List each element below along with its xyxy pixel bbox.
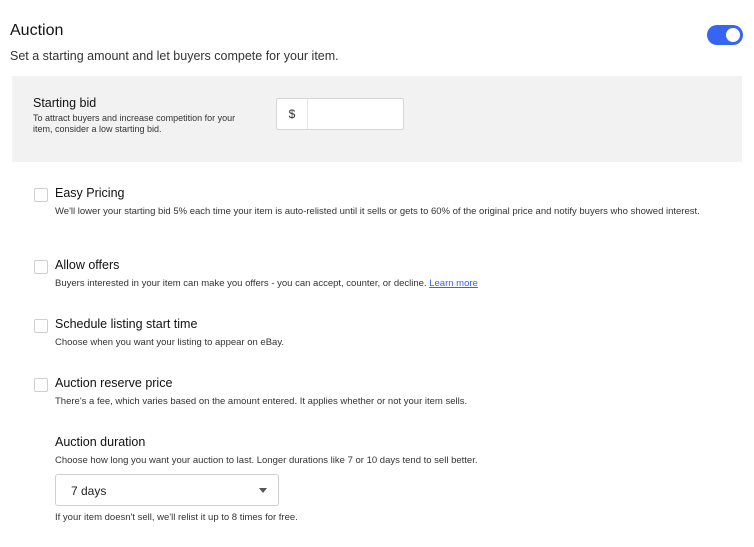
- chevron-down-icon: [259, 488, 267, 493]
- section-title: Auction: [10, 22, 64, 39]
- duration-label: Auction duration: [55, 435, 146, 449]
- duration-note: If your item doesn't sell, we'll relist …: [55, 512, 298, 523]
- starting-bid-label: Starting bid: [33, 96, 97, 110]
- duration-description: Choose how long you want your auction to…: [55, 455, 478, 466]
- reserve-price-checkbox[interactable]: [34, 378, 48, 392]
- duration-selected-value: 7 days: [71, 484, 107, 498]
- learn-more-link[interactable]: Learn more: [429, 278, 478, 289]
- duration-select[interactable]: 7 days: [55, 474, 279, 506]
- allow-offers-label: Allow offers: [55, 258, 120, 272]
- currency-prefix: $: [277, 99, 308, 129]
- easy-pricing-description: We'll lower your starting bid 5% each ti…: [55, 206, 700, 217]
- starting-bid-input-group: $: [276, 98, 404, 130]
- auction-toggle[interactable]: [707, 25, 743, 45]
- starting-bid-help: To attract buyers and increase competiti…: [33, 113, 236, 134]
- allow-offers-checkbox[interactable]: [34, 260, 48, 274]
- easy-pricing-checkbox[interactable]: [34, 188, 48, 202]
- schedule-start-label: Schedule listing start time: [55, 317, 198, 331]
- easy-pricing-label: Easy Pricing: [55, 186, 125, 200]
- reserve-price-label: Auction reserve price: [55, 376, 173, 390]
- schedule-start-description: Choose when you want your listing to app…: [55, 337, 285, 348]
- allow-offers-description-text: Buyers interested in your item can make …: [55, 278, 427, 289]
- starting-bid-input[interactable]: [308, 99, 402, 129]
- auction-settings: Auction Set a starting amount and let bu…: [0, 0, 754, 547]
- allow-offers-description: Buyers interested in your item can make …: [55, 278, 735, 290]
- section-subtitle: Set a starting amount and let buyers com…: [10, 49, 339, 63]
- toggle-knob: [726, 28, 740, 42]
- reserve-price-description: There's a fee, which varies based on the…: [55, 396, 468, 407]
- schedule-start-checkbox[interactable]: [34, 319, 48, 333]
